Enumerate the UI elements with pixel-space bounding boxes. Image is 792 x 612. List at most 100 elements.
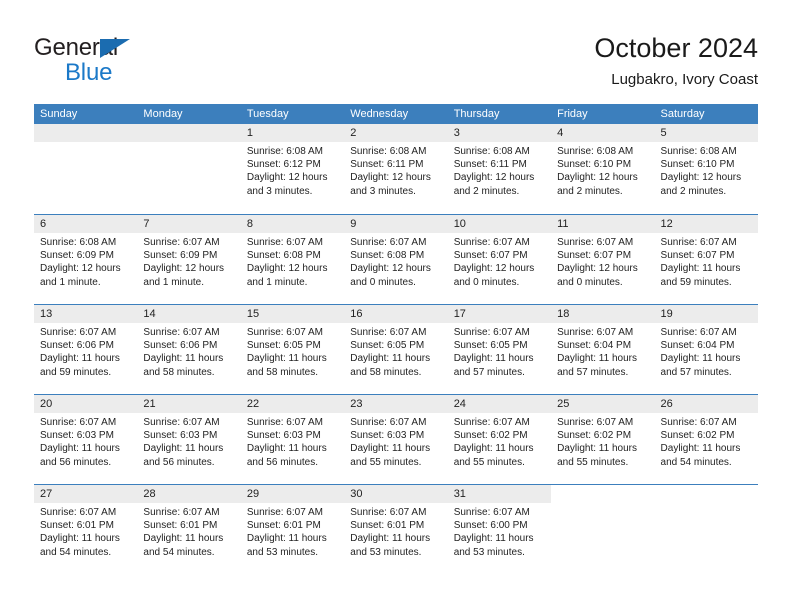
day-detail-line: Daylight: 11 hours [40, 353, 120, 365]
day-details: Sunrise: 6:07 AM Sunset: 6:04 PM Daylight:… [551, 323, 654, 379]
page-subtitle: Lugbakro, Ivory Coast [611, 71, 758, 88]
day-cell[interactable]: 10 Sunrise: 6:07 AM Sunset: 6:07 PM Dayligh… [447, 215, 552, 304]
day-detail-line: Daylight: 11 hours [453, 353, 534, 365]
day-number: 24 [447, 395, 552, 413]
day-detail-line: Daylight: 12 hours [660, 172, 742, 184]
calendar-week-row: 27 Sunrise: 6:07 AM Sunset: 6:01 PM Dayligh… [34, 484, 758, 574]
day-detail-line: Sunset: 6:08 PM [246, 250, 321, 262]
day-detail-line: Sunset: 6:03 PM [246, 430, 321, 442]
day-cell[interactable]: 11 Sunrise: 6:07 AM Sunset: 6:07 PM Dayligh… [551, 215, 655, 304]
day-cell[interactable]: 1 Sunrise: 6:08 AM Sunset: 6:12 PM Daylight… [240, 124, 345, 214]
day-detail-line: Daylight: 12 hours [246, 263, 328, 275]
day-cell[interactable]: 28 Sunrise: 6:07 AM Sunset: 6:01 PM Dayligh… [137, 485, 241, 574]
day-detail-line: and 59 minutes. [40, 366, 112, 378]
day-cell[interactable]: 2 Sunrise: 6:08 AM Sunset: 6:11 PM Daylight… [344, 124, 448, 214]
weekday-header-tuesday: Tuesday [246, 108, 289, 120]
day-detail-line: Sunrise: 6:07 AM [660, 417, 737, 428]
day-cell[interactable]: 12 Sunrise: 6:07 AM Sunset: 6:07 PM Dayligh… [654, 215, 758, 304]
day-detail-line: Sunrise: 6:07 AM [350, 237, 427, 248]
day-cell[interactable]: 23 Sunrise: 6:07 AM Sunset: 6:03 PM Dayligh… [344, 395, 448, 484]
day-cell-empty [551, 485, 655, 574]
day-number: 22 [240, 395, 345, 413]
day-cell[interactable]: 16 Sunrise: 6:07 AM Sunset: 6:05 PM Dayligh… [344, 305, 448, 394]
calendar-week-row: 20 Sunrise: 6:07 AM Sunset: 6:03 PM Dayligh… [34, 394, 758, 484]
weekday-header-wednesday: Wednesday [350, 108, 409, 120]
day-detail-line: and 56 minutes. [246, 456, 319, 468]
day-number: 30 [344, 485, 448, 503]
day-detail-line: Sunset: 6:05 PM [350, 340, 425, 352]
day-details [34, 142, 137, 145]
day-detail-line: and 54 minutes. [40, 546, 112, 558]
weekday-header-sunday: Sunday [40, 108, 78, 120]
day-number: 25 [551, 395, 655, 413]
day-detail-line: Daylight: 12 hours [40, 263, 121, 275]
day-cell[interactable]: 8 Sunrise: 6:07 AM Sunset: 6:08 PM Daylight… [240, 215, 345, 304]
day-number [34, 124, 138, 142]
day-detail-line: Daylight: 12 hours [453, 172, 535, 184]
day-detail-line: and 0 minutes. [453, 276, 520, 288]
day-detail-line: Sunrise: 6:07 AM [660, 327, 737, 338]
day-details: Sunrise: 6:08 AM Sunset: 6:11 PM Daylight:… [448, 142, 551, 198]
day-detail-line: and 3 minutes. [246, 185, 313, 197]
day-detail-line: Daylight: 12 hours [557, 263, 638, 275]
day-detail-line: Sunset: 6:01 PM [246, 520, 321, 532]
weekday-header-monday: Monday [143, 108, 183, 120]
day-detail-line: Sunset: 6:07 PM [453, 250, 528, 262]
day-details: Sunrise: 6:07 AM Sunset: 6:05 PM Daylight:… [344, 323, 447, 379]
day-cell[interactable]: 30 Sunrise: 6:07 AM Sunset: 6:01 PM Dayligh… [344, 485, 448, 574]
day-details: Sunrise: 6:07 AM Sunset: 6:01 PM Daylight:… [34, 503, 137, 559]
day-number: 18 [551, 305, 655, 323]
day-cell[interactable]: 31 Sunrise: 6:07 AM Sunset: 6:00 PM Dayligh… [447, 485, 552, 574]
day-number: 12 [654, 215, 758, 233]
day-cell[interactable]: 14 Sunrise: 6:07 AM Sunset: 6:06 PM Dayligh… [137, 305, 241, 394]
day-detail-line: Sunrise: 6:07 AM [557, 237, 634, 248]
day-number: 3 [447, 124, 552, 142]
day-cell-empty [137, 124, 241, 214]
day-detail-line: Sunrise: 6:07 AM [143, 417, 220, 428]
day-cell[interactable]: 17 Sunrise: 6:07 AM Sunset: 6:05 PM Dayligh… [447, 305, 552, 394]
day-detail-line: and 1 minute. [246, 276, 308, 288]
calendar-week-row: 13 Sunrise: 6:07 AM Sunset: 6:06 PM Dayligh… [34, 304, 758, 394]
weekday-header-friday: Friday [557, 108, 588, 120]
day-cell[interactable]: 6 Sunrise: 6:08 AM Sunset: 6:09 PM Daylight… [34, 215, 138, 304]
day-detail-line: Sunset: 6:11 PM [453, 159, 527, 171]
day-number: 4 [551, 124, 655, 142]
day-details: Sunrise: 6:07 AM Sunset: 6:01 PM Daylight:… [137, 503, 240, 559]
day-number: 19 [654, 305, 758, 323]
day-detail-line: Sunset: 6:02 PM [660, 430, 735, 442]
day-cell[interactable]: 24 Sunrise: 6:07 AM Sunset: 6:02 PM Dayligh… [447, 395, 552, 484]
day-detail-line: and 1 minute. [143, 276, 205, 288]
day-cell[interactable]: 22 Sunrise: 6:07 AM Sunset: 6:03 PM Dayligh… [240, 395, 345, 484]
day-detail-line: Sunset: 6:03 PM [350, 430, 425, 442]
day-number: 8 [240, 215, 345, 233]
day-cell[interactable]: 13 Sunrise: 6:07 AM Sunset: 6:06 PM Dayligh… [34, 305, 138, 394]
day-details: Sunrise: 6:07 AM Sunset: 6:08 PM Daylight:… [241, 233, 344, 289]
day-cell[interactable]: 9 Sunrise: 6:07 AM Sunset: 6:08 PM Daylight… [344, 215, 448, 304]
day-cell[interactable]: 5 Sunrise: 6:08 AM Sunset: 6:10 PM Daylight… [654, 124, 758, 214]
day-details: Sunrise: 6:08 AM Sunset: 6:11 PM Daylight:… [344, 142, 447, 198]
day-cell[interactable]: 4 Sunrise: 6:08 AM Sunset: 6:10 PM Daylight… [551, 124, 655, 214]
day-number: 5 [654, 124, 758, 142]
day-cell[interactable]: 29 Sunrise: 6:07 AM Sunset: 6:01 PM Dayligh… [240, 485, 345, 574]
calendar-weeks: 1 Sunrise: 6:08 AM Sunset: 6:12 PM Daylight… [34, 124, 758, 574]
day-number: 27 [34, 485, 138, 503]
day-details [655, 503, 758, 506]
day-cell[interactable]: 26 Sunrise: 6:07 AM Sunset: 6:02 PM Dayligh… [654, 395, 758, 484]
day-cell[interactable]: 7 Sunrise: 6:07 AM Sunset: 6:09 PM Daylight… [137, 215, 241, 304]
day-cell[interactable]: 3 Sunrise: 6:08 AM Sunset: 6:11 PM Daylight… [447, 124, 552, 214]
day-details: Sunrise: 6:07 AM Sunset: 6:02 PM Daylight:… [551, 413, 654, 469]
day-cell[interactable]: 25 Sunrise: 6:07 AM Sunset: 6:02 PM Dayligh… [551, 395, 655, 484]
day-details: Sunrise: 6:07 AM Sunset: 6:01 PM Daylight:… [241, 503, 344, 559]
day-cell[interactable]: 19 Sunrise: 6:07 AM Sunset: 6:04 PM Dayligh… [654, 305, 758, 394]
day-detail-line: Daylight: 12 hours [557, 172, 638, 184]
day-cell[interactable]: 21 Sunrise: 6:07 AM Sunset: 6:03 PM Dayligh… [137, 395, 241, 484]
day-details: Sunrise: 6:07 AM Sunset: 6:08 PM Daylight:… [344, 233, 447, 289]
day-cell[interactable]: 20 Sunrise: 6:07 AM Sunset: 6:03 PM Dayligh… [34, 395, 138, 484]
day-cell[interactable]: 15 Sunrise: 6:07 AM Sunset: 6:05 PM Dayligh… [240, 305, 345, 394]
day-detail-line: Sunrise: 6:08 AM [453, 146, 530, 157]
day-detail-line: Sunset: 6:02 PM [453, 430, 528, 442]
day-detail-line: Sunrise: 6:07 AM [350, 327, 427, 338]
day-cell[interactable]: 27 Sunrise: 6:07 AM Sunset: 6:01 PM Dayligh… [34, 485, 138, 574]
day-detail-line: and 53 minutes. [246, 546, 319, 558]
day-cell[interactable]: 18 Sunrise: 6:07 AM Sunset: 6:04 PM Dayligh… [551, 305, 655, 394]
